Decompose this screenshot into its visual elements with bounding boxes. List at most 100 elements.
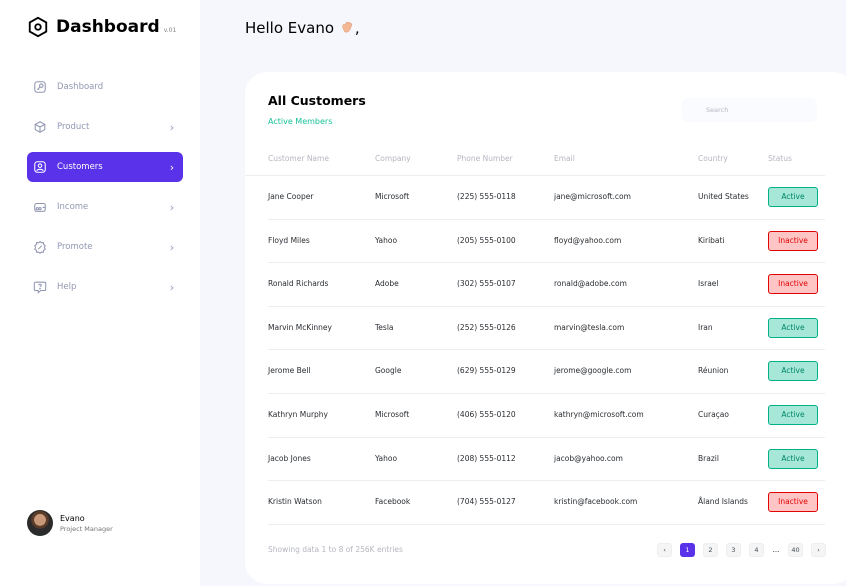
header-email[interactable]: Email	[554, 154, 575, 163]
sidebar-nav: Dashboard Product › Customers › Income › Promot…	[27, 72, 183, 312]
sidebar: Dashboard v.01 Dashboard Product › Customer…	[0, 0, 200, 586]
cell-customer-name: Jerome Bell	[268, 366, 311, 376]
cell-customer-name: Ronald Richards	[268, 279, 329, 289]
cell-country: Réunion	[698, 366, 729, 376]
cell-email: jane@microsoft.com	[554, 192, 631, 201]
table-body: Jane Cooper Microsoft (225) 555-0118 jane@m…	[245, 176, 825, 525]
profile-text: Evano Project Manager	[60, 514, 113, 533]
status-badge: Active	[768, 361, 818, 382]
sidebar-item-customers[interactable]: Customers ›	[27, 152, 183, 182]
page-button-2[interactable]: 2	[703, 543, 718, 557]
cell-customer-name: Kathryn Murphy	[268, 409, 328, 419]
prev-page-button[interactable]: ‹	[657, 543, 672, 557]
cell-company: Yahoo	[375, 453, 398, 463]
entries-summary: Showing data 1 to 8 of 256K entries	[268, 545, 403, 554]
greeting: Hello Evano ,	[245, 19, 360, 37]
cell-company: Facebook	[375, 497, 411, 507]
cell-company: Adobe	[375, 279, 399, 289]
cell-phone: (704) 555-0127	[457, 497, 516, 507]
cell-phone: (208) 555-0112	[457, 453, 516, 463]
sidebar-item-label: Help	[57, 282, 77, 292]
hexagon-logo-icon	[27, 16, 49, 38]
cell-email: jerome@google.com	[554, 366, 632, 376]
header-phone[interactable]: Phone Number	[457, 154, 513, 163]
chevron-right-icon: ›	[169, 160, 175, 174]
page-button-last[interactable]: 40	[788, 543, 803, 557]
sidebar-item-product[interactable]: Product ›	[27, 112, 183, 142]
avatar	[27, 510, 53, 536]
page-button-4[interactable]: 4	[749, 543, 764, 557]
sidebar-item-income[interactable]: Income ›	[27, 192, 183, 222]
header-customer-name[interactable]: Customer Name	[268, 154, 329, 163]
table-row[interactable]: Ronald Richards Adobe (302) 555-0107 ronald…	[268, 263, 825, 307]
profile-role: Project Manager	[60, 524, 113, 533]
status-badge: Active	[768, 404, 818, 425]
header-country[interactable]: Country	[698, 154, 728, 163]
table-header: Customer Name Company Phone Number Email…	[245, 148, 825, 176]
profile-name: Evano	[60, 513, 85, 523]
cell-company: Google	[375, 366, 402, 376]
table-row[interactable]: Floyd Miles Yahoo (205) 555-0100 floyd@yaho…	[268, 220, 825, 264]
sidebar-item-help[interactable]: Help ›	[27, 272, 183, 302]
message-question-icon	[33, 280, 47, 294]
cell-country: Åland Islands	[698, 497, 748, 507]
cell-country: Brazil	[698, 453, 719, 463]
status-badge: Active	[768, 317, 818, 338]
pagination: ‹ 1 2 3 4 ... 40 ›	[657, 543, 834, 557]
cell-phone: (302) 555-0107	[457, 279, 516, 289]
next-page-button[interactable]: ›	[811, 543, 826, 557]
cell-phone: (406) 555-0120	[457, 409, 516, 419]
cell-country: Kiribati	[698, 235, 725, 245]
cell-company: Yahoo	[375, 235, 398, 245]
header-company[interactable]: Company	[375, 154, 411, 163]
customers-card: All Customers Active Members Customer Na…	[245, 72, 846, 584]
user-square-icon	[33, 160, 47, 174]
status-badge: Active	[768, 448, 818, 469]
chevron-right-icon: ›	[169, 240, 175, 254]
cell-phone: (205) 555-0100	[457, 235, 516, 245]
cell-customer-name: Marvin McKinney	[268, 322, 332, 332]
card-title: All Customers	[268, 93, 366, 108]
table-row[interactable]: Marvin McKinney Tesla (252) 555-0126 marvin…	[268, 307, 825, 351]
sidebar-item-label: Product	[57, 122, 90, 132]
cell-email: marvin@tesla.com	[554, 322, 625, 332]
greeting-text: Hello Evano	[245, 19, 335, 37]
cell-customer-name: Jane Cooper	[268, 192, 314, 201]
cell-company: Microsoft	[375, 192, 410, 201]
cell-email: jacob@yahoo.com	[554, 453, 623, 463]
table-row[interactable]: Jacob Jones Yahoo (208) 555-0112 jacob@yaho…	[268, 438, 825, 482]
sidebar-item-label: Income	[57, 202, 89, 212]
status-badge: Inactive	[768, 230, 818, 251]
cell-phone: (252) 555-0126	[457, 322, 516, 332]
search-input[interactable]	[682, 98, 817, 122]
cell-country: Curaçao	[698, 409, 729, 419]
cell-customer-name: Kristin Watson	[268, 497, 322, 507]
table-row[interactable]: Jerome Bell Google (629) 555-0129 jerome@go…	[268, 350, 825, 394]
table-row[interactable]: Kristin Watson Facebook (704) 555-0127 kris…	[268, 481, 825, 525]
greeting-suffix: ,	[354, 19, 360, 37]
cell-country: Israel	[698, 279, 719, 289]
sidebar-item-label: Promote	[57, 242, 93, 252]
wallet-icon	[33, 200, 47, 214]
sidebar-item-promote[interactable]: Promote ›	[27, 232, 183, 262]
sidebar-item-dashboard[interactable]: Dashboard	[27, 72, 183, 102]
cell-company: Microsoft	[375, 409, 410, 419]
cell-email: kristin@facebook.com	[554, 497, 638, 507]
discount-icon	[33, 240, 47, 254]
user-profile[interactable]: Evano Project Manager	[27, 510, 113, 536]
table-row[interactable]: Kathryn Murphy Microsoft (406) 555-0120 kat…	[268, 394, 825, 438]
cell-company: Tesla	[375, 322, 394, 332]
header-status[interactable]: Status	[768, 154, 792, 163]
page-button-3[interactable]: 3	[726, 543, 741, 557]
cell-email: kathryn@microsoft.com	[554, 409, 644, 419]
cell-email: floyd@yahoo.com	[554, 235, 622, 245]
waving-hand-icon	[339, 19, 355, 35]
table-row[interactable]: Jane Cooper Microsoft (225) 555-0118 jane@m…	[268, 176, 825, 220]
chevron-right-icon: ›	[169, 280, 175, 294]
cell-country: United States	[698, 192, 749, 201]
page-button-1[interactable]: 1	[680, 543, 695, 557]
cell-phone: (629) 555-0129	[457, 366, 516, 376]
cell-country: Iran	[698, 322, 713, 332]
brand: Dashboard v.01	[27, 16, 176, 38]
sidebar-item-label: Dashboard	[57, 82, 104, 92]
